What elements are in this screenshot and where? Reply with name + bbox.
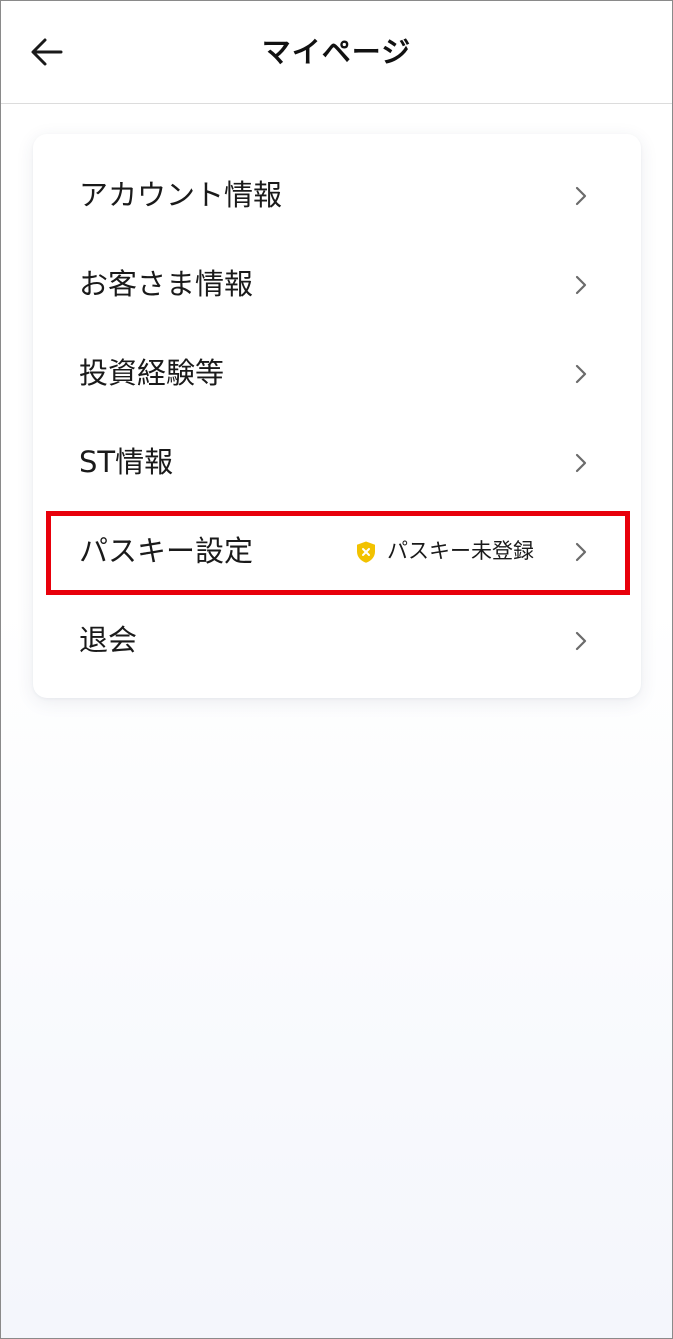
menu-item-label: ST情報	[79, 445, 174, 479]
menu-item-label: 退会	[79, 623, 138, 657]
chevron-right-icon	[573, 184, 589, 208]
app-header: マイページ	[1, 1, 672, 104]
passkey-status-text: パスキー未登録	[387, 539, 534, 563]
chevron-right-icon	[573, 629, 589, 653]
shield-x-icon	[355, 540, 377, 564]
menu-item-investment-experience[interactable]: 投資経験等	[33, 329, 641, 418]
menu-card: アカウント情報 お客さま情報 投資経験等 ST情報 パスキー設定 パスキー未登録…	[33, 134, 641, 698]
page-title: マイページ	[261, 35, 412, 69]
chevron-right-icon	[573, 451, 589, 475]
passkey-status: パスキー未登録	[355, 507, 555, 596]
screen: マイページ アカウント情報 お客さま情報 投資経験等 ST情報 パスキー設定 パ…	[0, 0, 673, 1339]
menu-item-label: アカウント情報	[79, 178, 283, 212]
chevron-right-icon	[573, 540, 589, 564]
chevron-right-icon	[573, 273, 589, 297]
menu-item-withdraw[interactable]: 退会	[33, 596, 641, 685]
menu-item-passkey-settings[interactable]: パスキー設定 パスキー未登録	[33, 507, 641, 596]
menu-item-label: お客さま情報	[79, 267, 254, 301]
menu-item-label: パスキー設定	[79, 534, 254, 568]
chevron-right-icon	[573, 362, 589, 386]
menu-item-customer-info[interactable]: お客さま情報	[33, 240, 641, 329]
menu-item-st-info[interactable]: ST情報	[33, 418, 641, 507]
menu-item-account-info[interactable]: アカウント情報	[33, 151, 641, 240]
menu-item-label: 投資経験等	[79, 356, 225, 390]
